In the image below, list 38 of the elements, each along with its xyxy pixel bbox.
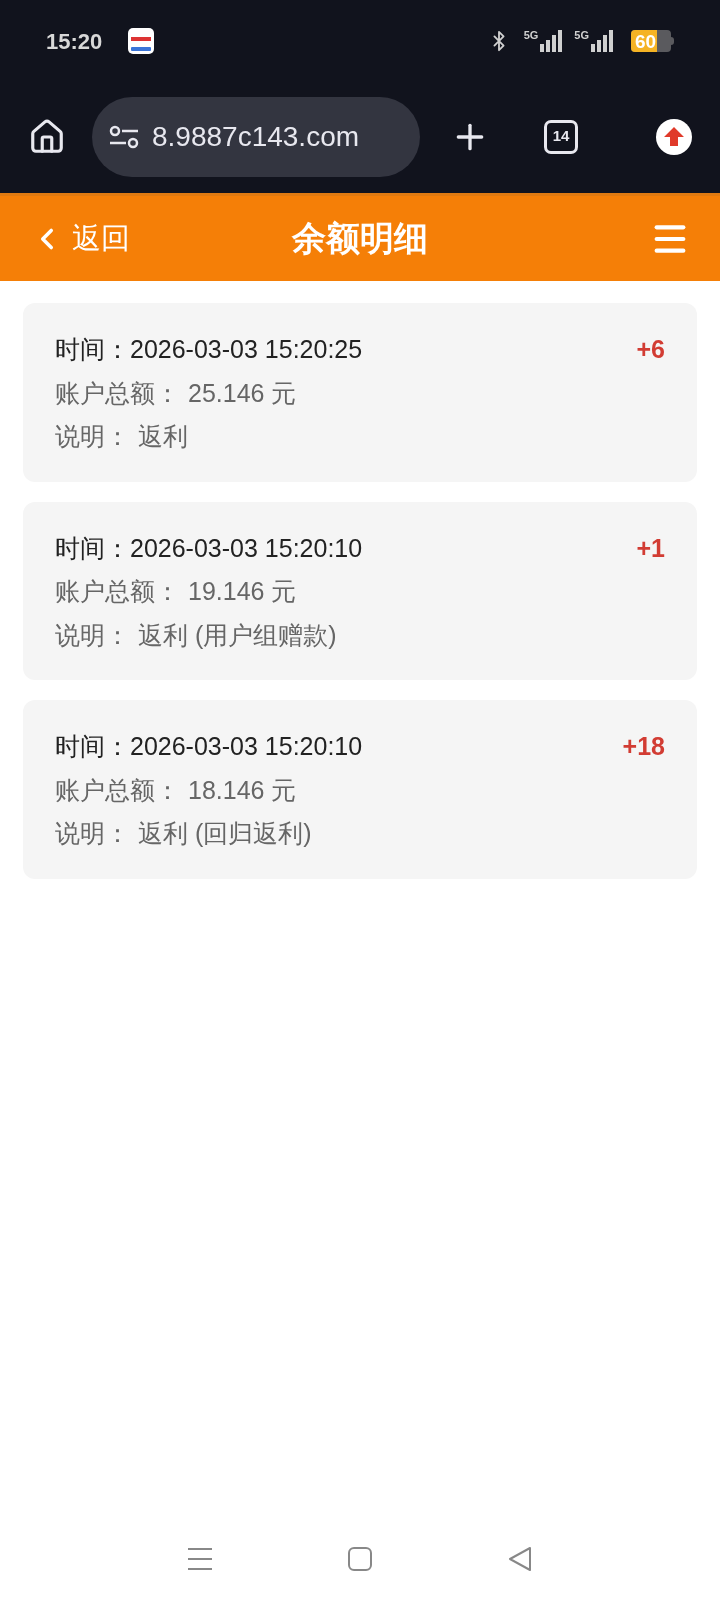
balance-label: 账户总额： bbox=[55, 377, 180, 409]
amount-value: +18 bbox=[622, 731, 665, 762]
amount-value: +1 bbox=[636, 532, 665, 564]
balance-label: 账户总额： bbox=[55, 576, 180, 607]
back-nav-icon[interactable] bbox=[507, 1546, 533, 1572]
address-bar[interactable]: 8.9887c143.com bbox=[92, 96, 420, 177]
balance-value: 19.146 元 bbox=[188, 576, 297, 607]
note-value: 返利 bbox=[138, 421, 188, 452]
status-time: 15:20 bbox=[46, 27, 103, 56]
time-label: 时间： bbox=[55, 532, 130, 564]
page-title: 余额明细 bbox=[292, 218, 428, 259]
network-label: 5G bbox=[523, 30, 539, 41]
balance-value: 25.146 元 bbox=[188, 377, 297, 409]
signal-icon bbox=[540, 30, 563, 52]
note-label: 说明： bbox=[55, 421, 130, 452]
site-settings-icon[interactable] bbox=[108, 124, 140, 149]
network-label: 5G bbox=[574, 30, 589, 41]
note-label: 说明： bbox=[55, 818, 130, 849]
app-icon bbox=[128, 28, 155, 54]
time-label: 时间： bbox=[55, 334, 130, 365]
note-value: 返利 (用户组赠款) bbox=[138, 619, 337, 651]
time-value: 2026-03-03 15:20:10 bbox=[130, 532, 363, 564]
signal-icon bbox=[591, 30, 613, 52]
home-icon[interactable] bbox=[28, 117, 66, 156]
upload-icon[interactable] bbox=[656, 118, 692, 155]
note-label: 说明： bbox=[55, 619, 130, 651]
time-label: 时间： bbox=[55, 731, 130, 762]
home-nav-icon[interactable] bbox=[347, 1546, 373, 1572]
battery-level: 60 bbox=[634, 31, 657, 51]
time-value: 2026-03-03 15:20:10 bbox=[130, 731, 363, 762]
time-value: 2026-03-03 15:20:25 bbox=[130, 334, 363, 365]
recent-apps-icon[interactable] bbox=[187, 1546, 213, 1572]
amount-value: +6 bbox=[636, 334, 665, 365]
tabs-button[interactable]: 14 bbox=[544, 119, 578, 154]
note-value: 返利 (回归返利) bbox=[138, 818, 312, 849]
url-text: 8.9887c143.com bbox=[152, 119, 360, 154]
balance-label: 账户总额： bbox=[55, 774, 180, 806]
balance-value: 18.146 元 bbox=[188, 774, 297, 806]
